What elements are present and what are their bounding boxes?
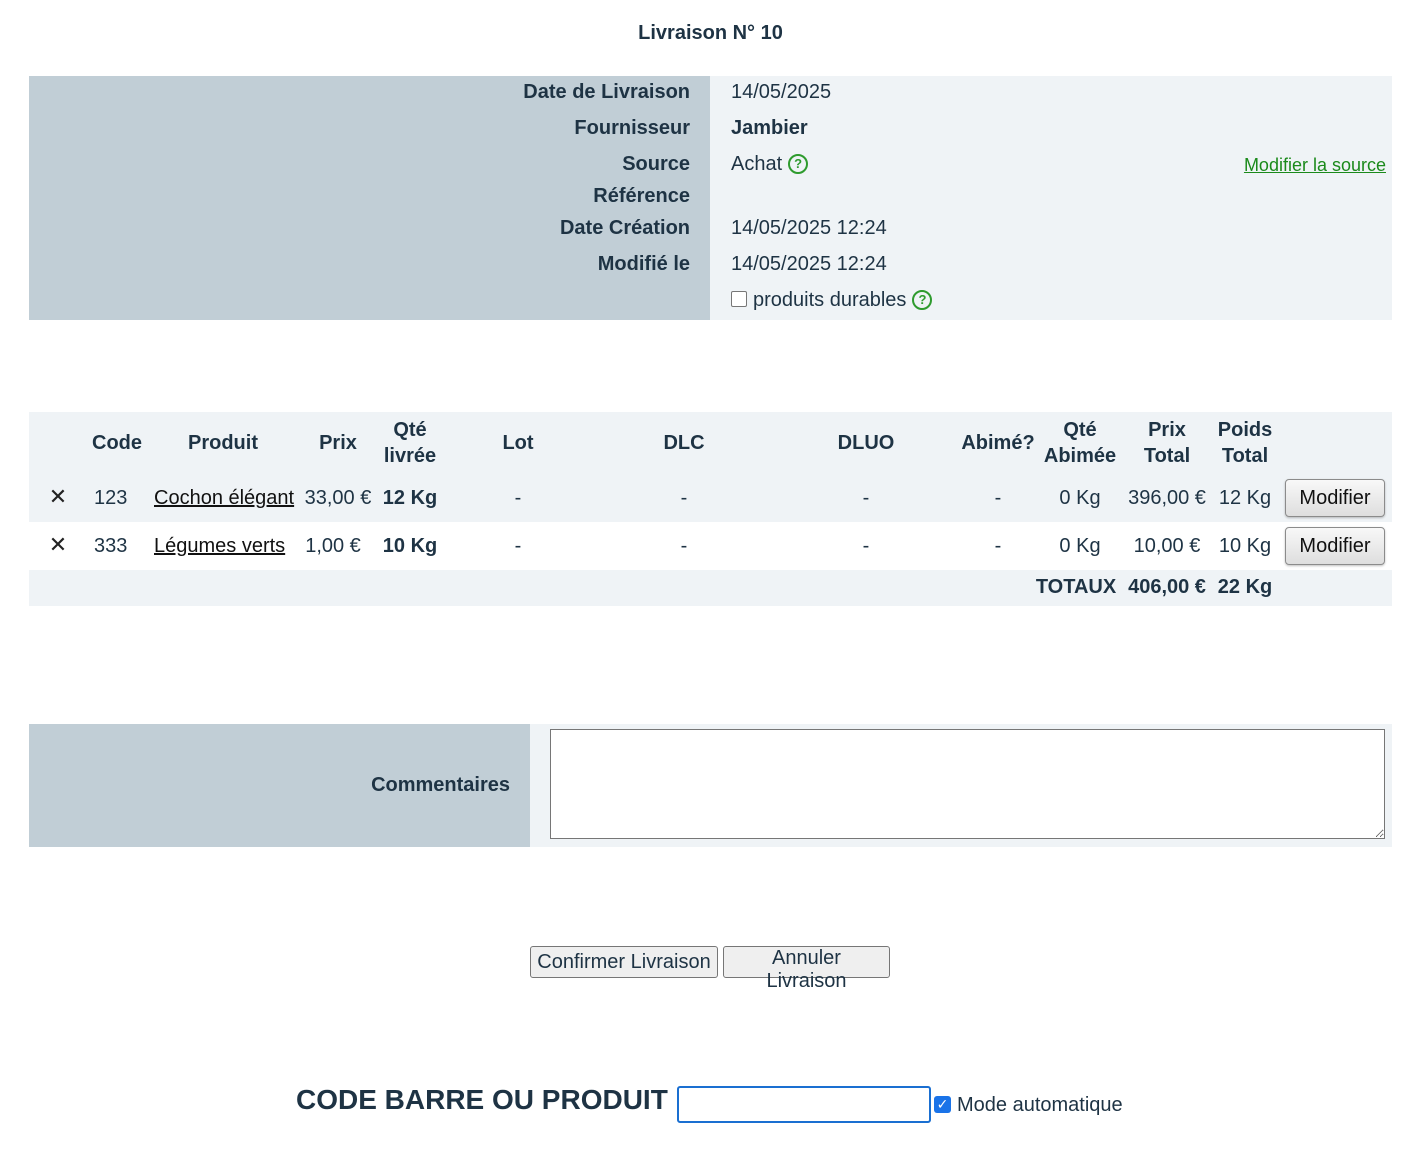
table-header: Code Produit Prix Qté livrée Lot DLC DLUO…: [29, 412, 1392, 474]
row-qte-livree: 12 Kg: [382, 487, 438, 509]
label-fournisseur: Fournisseur: [574, 117, 690, 139]
header-qte-livree-line2: livrée: [383, 445, 437, 467]
comments-panel: Commentaires: [29, 724, 1392, 847]
header-code: Code: [92, 432, 142, 454]
row-qte-livree: 10 Kg: [382, 535, 438, 557]
header-produit: Produit: [188, 432, 258, 454]
row-produit-link[interactable]: Légumes verts: [154, 535, 285, 558]
table-row: ✕ 123 Cochon élégant 33,00 € 12 Kg - - -…: [29, 474, 1392, 522]
label-modifie-le: Modifié le: [597, 253, 690, 275]
delete-row-icon[interactable]: ✕: [49, 532, 67, 558]
row-prix: 33,00 €: [304, 487, 372, 509]
totals-label: TOTAUX: [1035, 576, 1117, 598]
auto-mode-checkbox[interactable]: ✓: [934, 1096, 951, 1113]
row-prix-total: 10,00 €: [1133, 535, 1201, 557]
header-qte-livree-line1: Qté: [393, 419, 427, 441]
barcode-label: CODE BARRE OU PRODUIT :: [296, 1084, 685, 1115]
header-prix-total-line2: Total: [1143, 445, 1191, 467]
totals-prix: 406,00 €: [1128, 576, 1206, 598]
comments-label-column: Commentaires: [29, 724, 530, 847]
value-source: Achat: [731, 153, 783, 175]
header-prix: Prix: [319, 432, 357, 454]
header-poids-total: Poids Total: [1218, 417, 1272, 469]
totals-poids: 22 Kg: [1217, 576, 1273, 598]
row-dlc: -: [680, 535, 688, 557]
modify-source-link[interactable]: Modifier la source: [1244, 155, 1386, 176]
row-abime: -: [994, 487, 1002, 509]
confirm-delivery-button[interactable]: Confirmer Livraison: [530, 946, 718, 978]
row-lot: -: [514, 487, 522, 509]
page-title: Livraison N° 10: [638, 22, 783, 44]
header-poids-total-line1: Poids: [1217, 419, 1273, 441]
row-abime: -: [994, 535, 1002, 557]
label-reference: Référence: [593, 185, 690, 207]
modify-row-button[interactable]: Modifier: [1285, 479, 1385, 517]
comments-textarea[interactable]: [550, 729, 1385, 839]
header-qte-abimee-line2: Abimée: [1043, 445, 1117, 467]
row-qte-abimee: 0 Kg: [1059, 487, 1101, 509]
row-qte-abimee: 0 Kg: [1059, 535, 1101, 557]
delete-row-icon[interactable]: ✕: [49, 484, 67, 510]
header-prix-total-line1: Prix: [1148, 419, 1186, 441]
header-abime: Abimé?: [961, 432, 1035, 454]
header-qte-abimee: Qté Abimée: [1044, 417, 1116, 469]
modify-row-button[interactable]: Modifier: [1285, 527, 1385, 565]
row-dluo: -: [862, 535, 870, 557]
header-prix-total: Prix Total: [1144, 417, 1190, 469]
value-modifie-le: 14/05/2025 12:24: [731, 253, 887, 275]
header-poids-total-line2: Total: [1221, 445, 1269, 467]
comments-label: Commentaires: [371, 774, 510, 796]
row-poids-total: 12 Kg: [1218, 487, 1272, 509]
header-dluo: DLUO: [837, 432, 895, 454]
auto-mode-label: Mode automatique: [957, 1094, 1123, 1116]
header-lot: Lot: [502, 432, 534, 454]
row-code: 333: [94, 535, 128, 557]
durable-checkbox[interactable]: [731, 291, 747, 307]
value-date-creation: 14/05/2025 12:24: [731, 217, 887, 239]
products-table: Code Produit Prix Qté livrée Lot DLC DLUO…: [29, 412, 1392, 606]
row-prix: 1,00 €: [305, 535, 361, 557]
durable-label: produits durables: [753, 289, 907, 311]
durable-help-icon[interactable]: ?: [912, 290, 933, 310]
row-code: 123: [94, 487, 128, 509]
source-value-group: Achat?: [731, 153, 809, 176]
table-row: ✕ 333 Légumes verts 1,00 € 10 Kg - - - -…: [29, 522, 1392, 570]
header-dlc: DLC: [663, 432, 705, 454]
durable-group: produits durables?: [731, 289, 933, 312]
row-dlc: -: [680, 487, 688, 509]
label-source: Source: [622, 153, 690, 175]
totals-row: TOTAUX 406,00 € 22 Kg: [29, 570, 1392, 606]
row-poids-total: 10 Kg: [1218, 535, 1272, 557]
value-date-livraison: 14/05/2025: [731, 81, 832, 103]
header-qte-abimee-line1: Qté: [1063, 419, 1097, 441]
label-date-creation: Date Création: [559, 217, 690, 239]
label-date-livraison: Date de Livraison: [523, 81, 690, 103]
barcode-input[interactable]: [677, 1086, 931, 1123]
row-produit-link[interactable]: Cochon élégant: [154, 487, 294, 510]
cancel-delivery-button[interactable]: Annuler Livraison: [723, 946, 890, 992]
row-dluo: -: [862, 487, 870, 509]
info-labels-column: Date de Livraison Fournisseur Source Réf…: [29, 76, 710, 320]
row-lot: -: [514, 535, 522, 557]
delivery-info-panel: Date de Livraison Fournisseur Source Réf…: [29, 76, 1392, 320]
header-qte-livree: Qté livrée: [384, 417, 436, 469]
value-fournisseur: Jambier: [731, 117, 808, 139]
row-prix-total: 396,00 €: [1128, 487, 1206, 509]
source-help-icon[interactable]: ?: [788, 154, 809, 174]
